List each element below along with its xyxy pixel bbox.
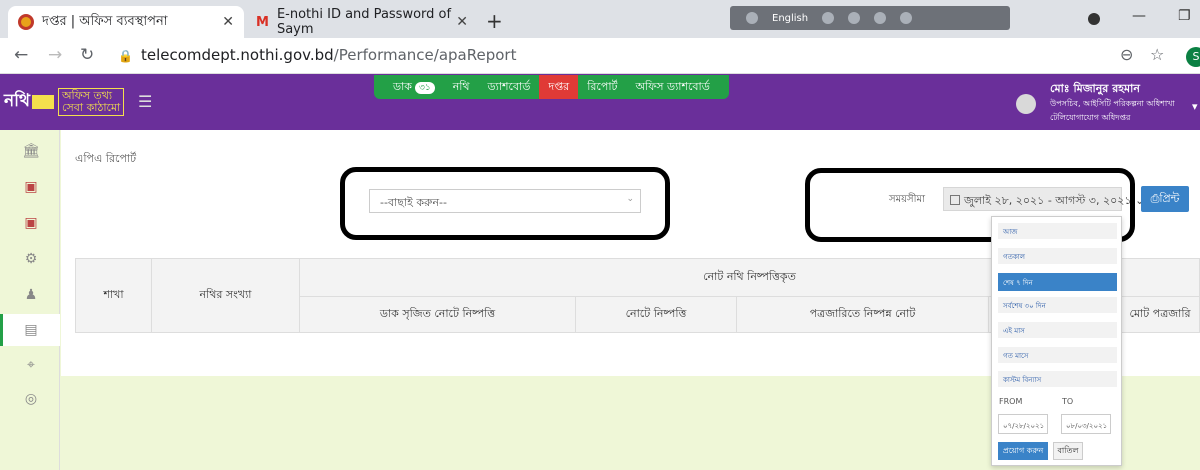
forward-button[interactable]: → [48, 45, 62, 65]
nav-report[interactable]: রিপোর্ট [578, 75, 626, 99]
range-option-last-30-days[interactable]: সর্বশেষ ৩০ দিন [998, 297, 1117, 313]
url-field[interactable]: 🔒 telecomdept.nothi.gov.bd/Performance/ap… [118, 46, 516, 64]
profile-avatar[interactable]: S [1186, 47, 1200, 67]
bookmark-star-icon[interactable]: ☆ [1150, 45, 1164, 64]
range-option-custom[interactable]: কাস্টম বিন্যাস [998, 371, 1117, 387]
to-date-input[interactable]: ০৮/০৩/২০২১ [1061, 414, 1111, 434]
nav-office-dashboard[interactable]: অফিস ড্যাশবোর্ড [627, 75, 719, 99]
column-header: ডাক সৃজিত নোটে নিষ্পত্তি [299, 296, 576, 333]
user-icon[interactable]: ♟ [22, 286, 40, 304]
browser-tab-active[interactable]: দপ্তর | অফিস ব্যবস্থাপনা ✕ [8, 6, 244, 38]
new-tab-button[interactable]: + [486, 9, 503, 33]
lock-icon[interactable]: 🔒 [118, 49, 133, 63]
nav-doptor[interactable]: দপ্তর [539, 75, 579, 99]
tab-close-icon[interactable]: ✕ [222, 14, 234, 30]
book-icon [32, 95, 55, 109]
report-icon[interactable]: ▤ [22, 321, 40, 339]
column-header: মোট পত্রজারি [1120, 296, 1200, 333]
user-menu[interactable]: মোঃ মিজানুর রহমান উপসচিব, আইসিটি পরিকল্প… [1016, 78, 1200, 126]
logo-tagline: অফিস তথ্য সেবা কাঠামো [58, 88, 125, 116]
extension-icon[interactable] [1088, 13, 1100, 25]
restore-button[interactable]: ❐ [1178, 8, 1191, 24]
menu-toggle-icon[interactable]: ☰ [138, 92, 152, 111]
column-header: নথির সংখ্যা [151, 258, 300, 333]
briefcase-icon[interactable]: ▣ [22, 214, 40, 232]
briefcase-icon[interactable]: ▣ [22, 178, 40, 196]
address-bar: ← → ↻ 🔒 telecomdept.nothi.gov.bd/Performa… [0, 38, 1200, 74]
user-name: মোঃ মিজানুর রহমান [1050, 82, 1140, 95]
app-header: নথি অফিস তথ্য সেবা কাঠামো ☰ ডাক ৩১ নথি ড্… [0, 74, 1200, 130]
nav-label: ডাক [393, 80, 412, 93]
range-option-last-7-days[interactable]: শেষ ৭ দিন [998, 273, 1117, 291]
to-label: TO [1062, 397, 1074, 406]
app-favicon-icon [18, 14, 34, 30]
back-button[interactable]: ← [14, 45, 28, 65]
range-option-yesterday[interactable]: গতকাল [998, 248, 1117, 264]
column-header: নোটে নিষ্পত্তি [575, 296, 737, 333]
nav-nothi[interactable]: নথি [444, 75, 479, 99]
input-method-icon[interactable] [746, 12, 758, 24]
column-header: শাখা [75, 258, 152, 333]
bank-icon[interactable]: 🏛 [22, 142, 40, 160]
url-path: /Performance/apaReport [333, 46, 517, 64]
print-label: প্রিন্ট [1159, 192, 1180, 205]
app-logo[interactable]: নথি অফিস তথ্য সেবা কাঠামো [4, 82, 134, 122]
logo-brand: নথি [4, 91, 31, 111]
toolbar-icon[interactable] [874, 12, 887, 24]
language-toolbar[interactable]: English [730, 6, 1010, 30]
sidebar: 🏛 ▣ ▣ ⚙ ♟ ▤ ⌖ ◎ [0, 130, 60, 470]
cancel-button[interactable]: বাতিল [1053, 442, 1083, 460]
nav-dashboard[interactable]: ড্যাশবোর্ড [479, 75, 540, 99]
zoom-icon[interactable]: ⊖ [1120, 45, 1133, 64]
page-title: এপিএ রিপোর্ট [75, 152, 137, 165]
toolbar-icon[interactable] [822, 12, 835, 24]
tab-title: E-nothi ID and Password of Saym [276, 7, 452, 37]
map-marker-icon[interactable]: ⌖ [22, 356, 40, 374]
nav-dak[interactable]: ডাক ৩১ [384, 75, 444, 99]
highlight-annotation [340, 167, 670, 240]
from-label: FROM [999, 397, 1023, 406]
language-label[interactable]: English [772, 13, 808, 24]
date-range-dropdown: আজ গতকাল শেষ ৭ দিন সর্বশেষ ৩০ দিন এই মাস… [991, 216, 1122, 466]
user-designation: উপসচিব, আইসিটি পরিকল্পনা অধিশাখা [1050, 99, 1175, 108]
gmail-favicon-icon: M [256, 14, 269, 30]
browser-tab[interactable]: M E-nothi ID and Password of Saym ✕ [246, 6, 478, 38]
url-host: telecomdept.nothi.gov.bd [140, 46, 334, 64]
logo-line-2: সেবা কাঠামো [62, 101, 121, 114]
help-icon[interactable]: ◎ [22, 390, 40, 408]
tab-title: দপ্তর | অফিস ব্যবস্থাপনা [42, 13, 168, 29]
user-office: টেলিযোগাযোগ অধিদপ্তর [1050, 113, 1131, 122]
tab-close-icon[interactable]: ✕ [456, 14, 468, 30]
range-option-this-month[interactable]: এই মাস [998, 322, 1117, 338]
toolbar-icon[interactable] [848, 12, 861, 24]
from-date-input[interactable]: ০৭/২৮/২০২১ [998, 414, 1048, 434]
chevron-down-icon[interactable]: ▾ [1192, 100, 1198, 113]
print-button[interactable]: ⎙প্রিন্ট [1141, 186, 1189, 212]
column-header: পত্রজারিতে নিষ্পন্ন নোট [736, 296, 989, 333]
apply-button[interactable]: প্রয়োগ করুন [998, 442, 1048, 460]
range-option-last-month[interactable]: গত মাসে [998, 347, 1117, 363]
reload-button[interactable]: ↻ [80, 45, 94, 65]
gear-icon[interactable]: ⚙ [22, 250, 40, 268]
range-option-today[interactable]: আজ [998, 223, 1117, 239]
top-nav: ডাক ৩১ নথি ড্যাশবোর্ড দপ্তর রিপোর্ট অফিস … [374, 75, 729, 99]
help-icon[interactable] [900, 12, 913, 24]
dak-count-badge: ৩১ [414, 82, 435, 94]
user-avatar [1016, 94, 1036, 114]
browser-tab-bar: দপ্তর | অফিস ব্যবস্থাপনা ✕ M E-nothi ID … [0, 0, 1200, 38]
minimize-button[interactable]: — [1132, 8, 1146, 24]
